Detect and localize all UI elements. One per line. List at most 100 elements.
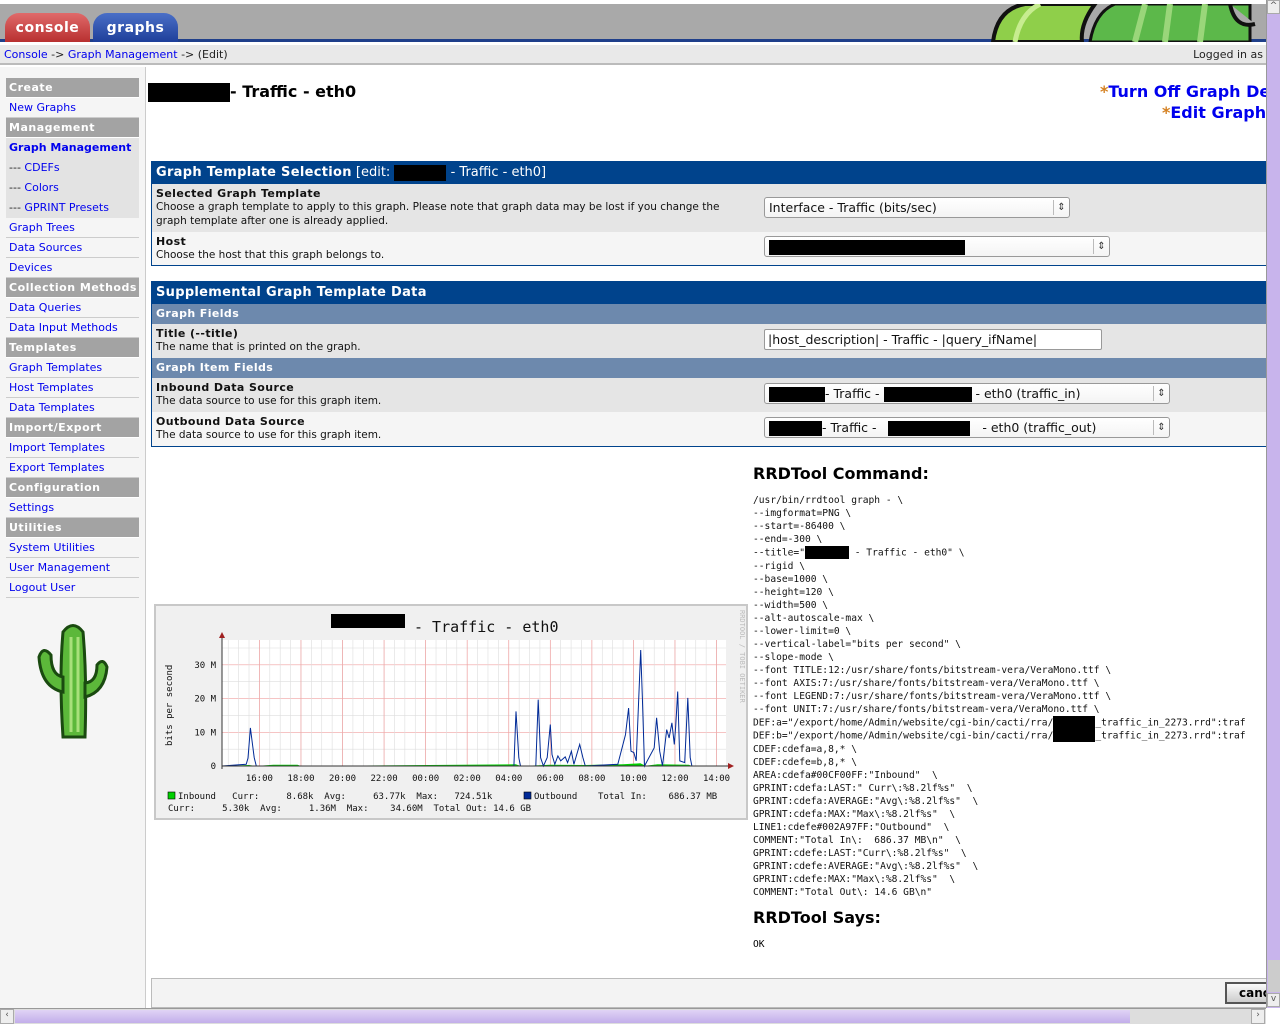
command-text: _traffic_in_2273.rrd":traf (1095, 717, 1246, 728)
horizontal-scrollbar[interactable]: ‹ › (0, 1008, 1266, 1024)
command-line: DEF:b="/export/home/Admin/website/cgi-bi… (753, 729, 1246, 743)
sidebar-item[interactable]: Import Templates (6, 438, 139, 458)
scroll-right-icon[interactable]: › (1251, 1009, 1265, 1024)
sidebar-item[interactable]: System Utilities (6, 538, 139, 558)
scroll-down-icon[interactable]: v (1267, 993, 1280, 1007)
sidebar-header: Collection Methods (6, 278, 139, 298)
legend-line-1: Inbound Curr: 8.68k Avg: 63.77k Max: 724… (178, 792, 493, 802)
command-line: --imgformat=PNG \ (753, 507, 1246, 520)
command-text: --slope-mode \ (753, 651, 834, 663)
turn-off-debug-link[interactable]: *Turn Off Graph Debug Mode (1100, 82, 1266, 101)
x-tick-label: 02:00 (454, 774, 481, 784)
sidebar-item-label: GPRINT Presets (24, 201, 109, 214)
sidebar-item-label: Settings (9, 501, 55, 514)
graph-watermark: RRDTOOL / TOBI OETIKER (738, 610, 746, 704)
sidebar-item-label: Data Queries (9, 301, 82, 314)
sidebar-item-label: Data Input Methods (9, 321, 118, 334)
sidebar-header: Configuration (6, 478, 139, 498)
traffic-graph: - Traffic - eth0 RRDTOOL / TOBI OETIKER … (154, 604, 748, 820)
command-text: --width=500 \ (753, 599, 829, 611)
sidebar-item[interactable]: Export Templates (6, 458, 139, 478)
sidebar-item-label: User Management (9, 561, 111, 574)
x-tick-label: 04:00 (495, 774, 522, 784)
sidebar-item[interactable]: Graph Templates (6, 358, 139, 378)
graph-template-select[interactable]: Interface - Traffic (bits/sec) ⇕ (764, 197, 1070, 218)
select-arrows-icon: ⇕ (1093, 239, 1109, 254)
debug-link-label: Turn Off Graph Debug Mode (1108, 82, 1266, 101)
sidebar-header: Utilities (6, 518, 139, 538)
command-line: CDEF:cdefe=b,8,* \ (753, 756, 1246, 769)
inbound-source-select[interactable]: - Traffic - - eth0 (traffic_in) ⇕ (764, 383, 1170, 404)
redacted-host (1053, 729, 1096, 742)
sidebar-item-label: Graph Templates (9, 361, 103, 374)
sidebar-item[interactable]: Settings (6, 498, 139, 518)
sidebar-item[interactable]: --- CDEFs (6, 158, 139, 178)
vertical-scrollbar[interactable]: ^ v (1266, 0, 1280, 1008)
select-arrows-icon: ⇕ (1153, 420, 1169, 435)
sidebar-item[interactable]: Devices (6, 258, 139, 278)
command-text: --imgformat=PNG \ (753, 508, 852, 519)
breadcrumb-console[interactable]: Console (4, 48, 48, 61)
edit-link-label: Edit Graph Template (1170, 103, 1266, 122)
command-text: _traffic_in_2273.rrd":traf (1095, 730, 1246, 742)
sidebar-item-label: Configuration (9, 481, 101, 494)
tab-console[interactable]: console (5, 13, 90, 42)
sidebar-item[interactable]: Graph Trees (6, 218, 139, 238)
sidebar-item[interactable]: --- Colors (6, 178, 139, 198)
breadcrumb-graph-management[interactable]: Graph Management (68, 48, 178, 61)
graph-title: - Traffic - eth0 (414, 618, 559, 636)
command-line: LINE1:cdefe#002A97FF:"Outbound" \ (753, 821, 1246, 834)
command-text: --font TITLE:12:/usr/share/fonts/bitstre… (753, 664, 1112, 676)
command-text: COMMENT:"Total In\: 686.37 MB\n" \ (753, 834, 961, 846)
scroll-left-icon[interactable]: ‹ (0, 1009, 14, 1024)
redacted-host (883, 387, 972, 402)
command-text: GPRINT:cdefa:MAX:"Max\:%8.2lf%s" \ (753, 808, 956, 820)
box-header: Supplemental Graph Template Data (152, 282, 1266, 304)
sidebar-item[interactable]: --- GPRINT Presets (6, 198, 139, 218)
sidebar-item-label: Data Sources (9, 241, 83, 254)
command-line: /usr/bin/rrdtool graph - \ (753, 494, 1246, 507)
browser-viewport: console graphs Console -> Graph Manageme… (0, 0, 1266, 1008)
sidebar-item[interactable]: Logout User (6, 578, 139, 598)
sidebar-item[interactable]: Data Queries (6, 298, 139, 318)
inbound-row: Inbound Data Source The data source to u… (152, 378, 1266, 412)
command-line: --rigid \ (753, 560, 1246, 573)
sidebar-item[interactable]: Data Sources (6, 238, 139, 258)
title-row: Title (--title) The name that is printed… (152, 324, 1266, 358)
outbound-source-select[interactable]: - Traffic - - eth0 (traffic_out) ⇕ (764, 417, 1170, 438)
sidebar-item-label: Utilities (9, 521, 63, 534)
edit-graph-template-link[interactable]: *Edit Graph Template (1162, 103, 1266, 122)
sidebar-item-label: Colors (24, 181, 59, 194)
title-input[interactable]: |host_description| - Traffic - |query_if… (764, 329, 1102, 350)
sidebar-item[interactable]: New Graphs (6, 98, 139, 118)
sub-prefix: --- (9, 181, 21, 194)
scroll-up-icon[interactable]: ^ (1267, 0, 1280, 14)
sidebar-item[interactable]: User Management (6, 558, 139, 578)
horizontal-scroll-thumb[interactable] (15, 1010, 1130, 1023)
sidebar-item[interactable]: Host Templates (6, 378, 139, 398)
tab-graphs[interactable]: graphs (93, 13, 178, 42)
sidebar-item[interactable]: Graph Management (6, 138, 139, 158)
vscroll-track (1268, 960, 1280, 992)
redacted-host (394, 164, 447, 181)
x-tick-label: 12:00 (661, 774, 688, 784)
sidebar-item-label: Management (9, 121, 95, 134)
command-text: --end=-300 \ (753, 534, 823, 545)
rrdtool-output: OK (753, 939, 765, 950)
command-line: GPRINT:cdefa:LAST:" Curr\:%8.2lf%s" \ (753, 782, 1246, 795)
cancel-button[interactable]: cancel (1225, 982, 1266, 1004)
cactus-banner-image (990, 4, 1256, 42)
sidebar-header: Management (6, 118, 139, 138)
sidebar-item[interactable]: Data Templates (6, 398, 139, 418)
command-text: LINE1:cdefe#002A97FF:"Outbound" \ (753, 821, 950, 833)
command-line: GPRINT:cdefe:LAST:"Curr\:%8.2lf%s" \ (753, 847, 1246, 860)
sidebar-item[interactable]: Data Input Methods (6, 318, 139, 338)
command-line: --alt-autoscale-max \ (753, 612, 1246, 625)
redacted-host (769, 421, 822, 436)
host-select[interactable]: ⇕ (764, 236, 1110, 257)
command-line: GPRINT:cdefe:AVERAGE:"Avg\:%8.2lf%s" \ (753, 860, 1246, 873)
command-text: GPRINT:cdefa:LAST:" Curr\:%8.2lf%s" \ (753, 782, 973, 794)
command-line: --vertical-label="bits per second" \ (753, 638, 1246, 651)
command-line: GPRINT:cdefe:MAX:"Max\:%8.2lf%s" \ (753, 873, 1246, 886)
supplemental-data-box: Supplemental Graph Template Data Graph F… (151, 281, 1266, 447)
